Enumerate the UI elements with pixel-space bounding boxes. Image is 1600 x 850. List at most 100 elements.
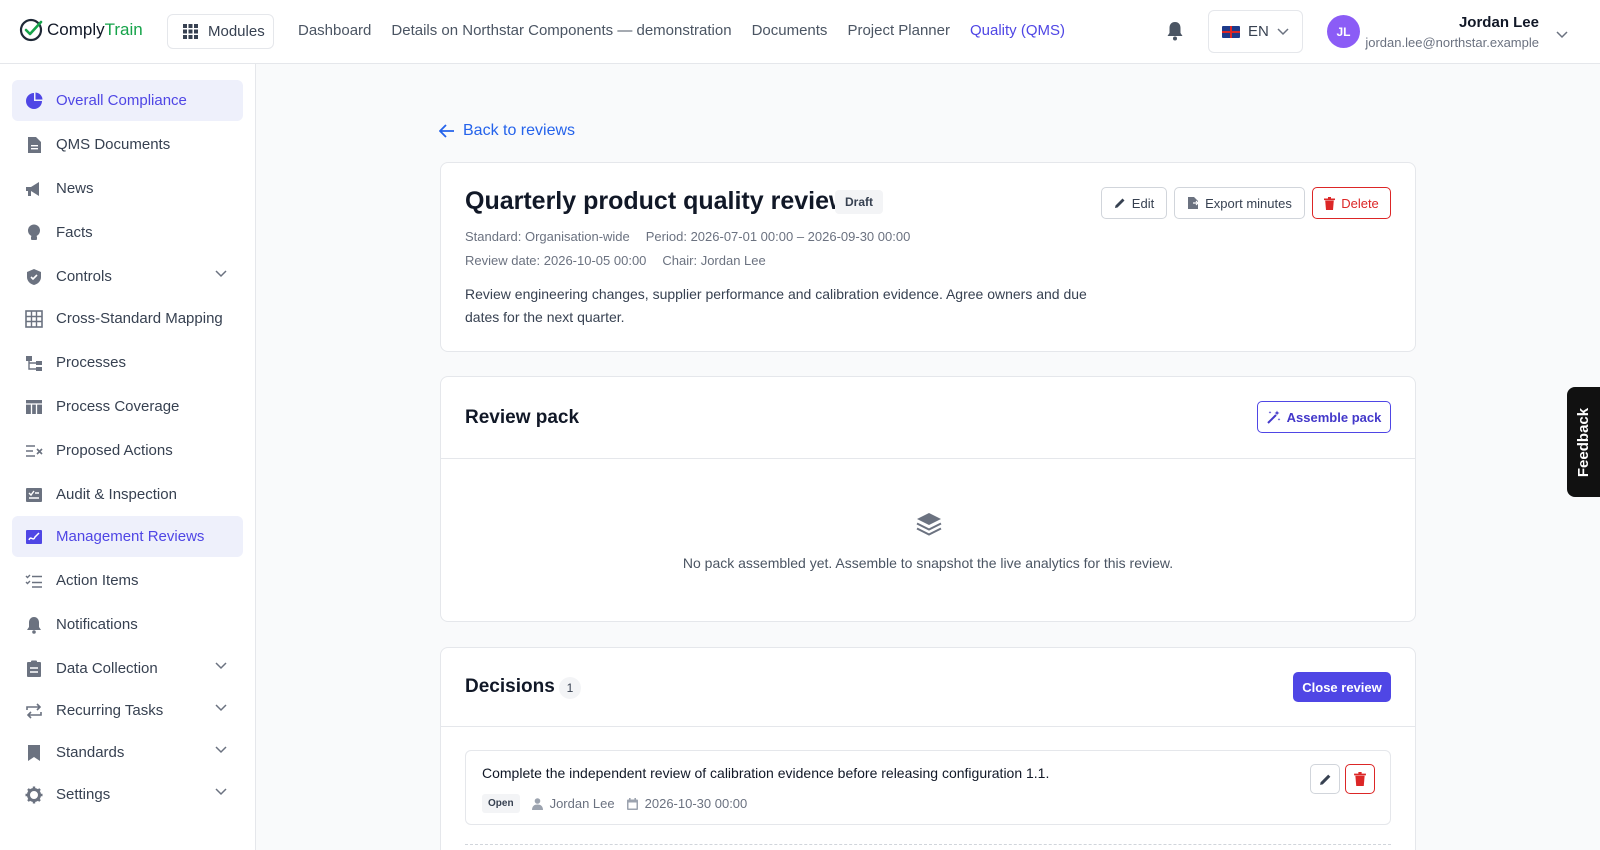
sidebar-item-management-reviews[interactable]: Management Reviews	[12, 516, 243, 557]
magic-wand-icon	[1266, 410, 1281, 424]
sidebar-item-label: Process Coverage	[56, 398, 180, 415]
sidebar-item-action-items[interactable]: Action Items	[12, 560, 243, 601]
assemble-pack-button[interactable]: Assemble pack	[1257, 401, 1391, 433]
review-description: Review engineering changes, supplier per…	[465, 286, 1087, 325]
user-email: jordan.lee@northstar.example	[1365, 35, 1539, 50]
topnav-project-planner[interactable]: Project Planner	[847, 22, 950, 39]
notifications-bell-icon[interactable]	[1166, 21, 1184, 46]
megaphone-icon	[24, 179, 44, 199]
sidebar-item-qms-documents[interactable]: QMS Documents	[12, 124, 243, 165]
review-pack-card: Review pack Assemble pack No pack assemb…	[440, 376, 1416, 622]
logo[interactable]: ComplyTrain	[19, 17, 143, 43]
language-code: EN	[1248, 23, 1269, 40]
decision-text: Complete the independent review of calib…	[482, 765, 1050, 781]
table-icon	[24, 397, 44, 417]
bell-icon	[24, 615, 44, 635]
grid-icon	[24, 309, 44, 329]
avatar[interactable]: JL	[1327, 15, 1360, 48]
sidebar-item-controls[interactable]: Controls	[12, 256, 243, 297]
decisions-count-badge: 1	[559, 677, 581, 699]
bookmark-icon	[24, 743, 44, 763]
chevron-down-icon	[215, 662, 227, 670]
clipboard-icon	[24, 659, 44, 679]
sidebar-item-label: Proposed Actions	[56, 442, 173, 459]
decision-owner-name: Jordan Lee	[549, 796, 615, 811]
decision-meta: Open Jordan Lee 2026-10-30 00:00	[482, 794, 747, 813]
uk-flag-icon	[1222, 25, 1240, 38]
review-chair: Chair: Jordan Lee	[662, 253, 766, 268]
sidebar-item-cross-standard-mapping[interactable]: Cross-Standard Mapping	[12, 298, 243, 339]
grid-dots-icon	[183, 24, 198, 39]
calendar-icon	[626, 797, 638, 810]
sidebar-item-label: Overall Compliance	[56, 92, 187, 109]
review-date: Review date: 2026-10-05 00:00	[465, 253, 647, 268]
sidebar-item-processes[interactable]: Processes	[12, 342, 243, 383]
modules-label: Modules	[208, 23, 265, 40]
sidebar-item-process-coverage[interactable]: Process Coverage	[12, 386, 243, 427]
chevron-down-icon	[215, 270, 227, 278]
divider	[441, 726, 1415, 727]
sidebar-item-settings[interactable]: Settings	[12, 774, 243, 815]
document-icon	[24, 135, 44, 155]
decisions-card: Decisions 1 Close review Complete the in…	[440, 647, 1416, 850]
language-selector[interactable]: EN	[1208, 10, 1303, 53]
sidebar-item-standards[interactable]: Standards	[12, 732, 243, 773]
arrow-left-icon	[439, 124, 454, 138]
flowchart-icon	[24, 353, 44, 373]
edit-label: Edit	[1131, 195, 1155, 211]
assemble-pack-label: Assemble pack	[1286, 409, 1382, 425]
edit-decision-button[interactable]	[1310, 764, 1340, 794]
sidebar-item-label: Cross-Standard Mapping	[56, 310, 223, 327]
chevron-down-icon	[215, 788, 227, 796]
chevron-down-icon	[215, 704, 227, 712]
topnav-dashboard[interactable]: Dashboard	[298, 22, 371, 39]
user-name[interactable]: Jordan Lee	[1459, 14, 1539, 31]
shield-check-icon	[24, 267, 44, 287]
delete-decision-button[interactable]	[1345, 764, 1375, 794]
export-minutes-label: Export minutes	[1205, 195, 1292, 211]
user-icon	[531, 797, 543, 810]
decision-owner: Jordan Lee	[531, 796, 615, 811]
trash-icon	[1324, 196, 1336, 210]
sidebar-item-news[interactable]: News	[12, 168, 243, 209]
delete-button[interactable]: Delete	[1312, 187, 1391, 219]
trash-icon	[1354, 772, 1366, 786]
review-meta-row-1: Standard: Organisation-wide Period: 2026…	[465, 229, 910, 244]
clipboard-check-icon	[24, 485, 44, 505]
sidebar-item-proposed-actions[interactable]: Proposed Actions	[12, 430, 243, 471]
edit-button[interactable]: Edit	[1101, 187, 1167, 219]
sidebar-item-label: Facts	[56, 224, 93, 241]
sidebar-item-label: Audit & Inspection	[56, 486, 177, 503]
back-label: Back to reviews	[463, 122, 576, 139]
sidebar-item-recurring-tasks[interactable]: Recurring Tasks	[12, 690, 243, 731]
decisions-title: Decisions	[465, 676, 555, 697]
sidebar-item-data-collection[interactable]: Data Collection	[12, 648, 243, 689]
sidebar-item-overall-compliance[interactable]: Overall Compliance	[12, 80, 243, 121]
topnav-details[interactable]: Details on Northstar Components — demons…	[391, 22, 731, 39]
gear-icon	[24, 785, 44, 805]
sidebar-item-label: News	[56, 180, 94, 197]
topnav-quality-qms[interactable]: Quality (QMS)	[970, 22, 1065, 39]
feedback-tab[interactable]: Feedback	[1567, 387, 1600, 497]
sidebar-item-label: Management Reviews	[56, 528, 205, 545]
close-review-button[interactable]: Close review	[1293, 672, 1391, 702]
review-pack-title: Review pack	[465, 407, 580, 428]
decision-due-date: 2026-10-30 00:00	[644, 796, 748, 811]
pie-chart-icon	[24, 91, 44, 111]
layers-icon	[916, 511, 942, 542]
back-to-reviews-link[interactable]: Back to reviews	[439, 122, 575, 140]
modules-button[interactable]: Modules	[167, 14, 274, 49]
sidebar-item-audit-inspection[interactable]: Audit & Inspection	[12, 474, 243, 515]
review-meta-row-2: Review date: 2026-10-05 00:00 Chair: Jor…	[465, 253, 766, 268]
sidebar-item-notifications[interactable]: Notifications	[12, 604, 243, 645]
sidebar-item-label: Notifications	[56, 616, 138, 633]
chevron-down-icon	[215, 746, 227, 754]
review-header-card: Quarterly product quality review Draft S…	[440, 162, 1416, 352]
topnav-documents[interactable]: Documents	[752, 22, 828, 39]
user-menu-chevron-icon[interactable]	[1556, 26, 1568, 44]
export-minutes-button[interactable]: Export minutes	[1174, 187, 1305, 219]
sidebar: Overall Compliance QMS Documents News Fa…	[0, 64, 256, 850]
sidebar-item-facts[interactable]: Facts	[12, 212, 243, 253]
page-title: Quarterly product quality review	[465, 187, 849, 215]
sidebar-item-label: Recurring Tasks	[56, 702, 164, 719]
